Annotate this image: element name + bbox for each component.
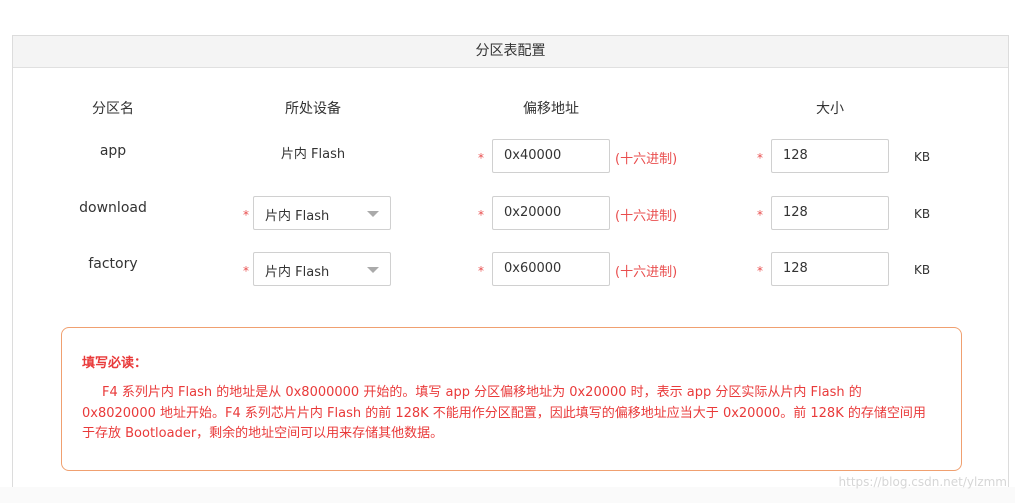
column-header-size: 大小 xyxy=(816,101,844,117)
partition-name-app: app xyxy=(99,143,127,159)
column-header-name: 分区名 xyxy=(92,101,134,117)
partition-device-app: 片内 Flash xyxy=(280,147,346,162)
device-select-value: 片内 Flash xyxy=(265,265,330,280)
partition-name-download: download xyxy=(79,200,147,216)
offset-input-download[interactable]: 0x20000 xyxy=(492,196,610,230)
column-header-device: 所处设备 xyxy=(285,101,341,117)
device-select-value: 片内 Flash xyxy=(265,209,330,224)
size-input-app[interactable]: 128 xyxy=(771,139,889,173)
bottom-strip xyxy=(0,487,1015,503)
required-mark: * xyxy=(757,264,763,278)
required-mark: * xyxy=(243,208,249,222)
panel-title: 分区表配置 xyxy=(13,36,1008,68)
size-input-value: 128 xyxy=(783,261,808,276)
required-mark: * xyxy=(478,208,484,222)
notice-body: F4 系列片内 Flash 的地址是从 0x8000000 开始的。填写 app… xyxy=(82,385,926,441)
required-mark: * xyxy=(757,151,763,165)
watermark: https://blog.csdn.net/ylzmm xyxy=(838,475,1007,489)
device-select-download[interactable]: 片内 Flash xyxy=(253,196,391,230)
caret-down-icon xyxy=(367,211,379,217)
offset-input-value: 0x40000 xyxy=(504,148,562,163)
offset-input-app[interactable]: 0x40000 xyxy=(492,139,610,173)
required-mark: * xyxy=(243,264,249,278)
notice-title: 填写必读： xyxy=(82,356,148,371)
size-input-value: 128 xyxy=(783,205,808,220)
required-mark: * xyxy=(757,208,763,222)
required-mark: * xyxy=(478,151,484,165)
size-input-download[interactable]: 128 xyxy=(771,196,889,230)
notice-box: 填写必读： F4 系列片内 Flash 的地址是从 0x8000000 开始的。… xyxy=(61,327,962,471)
partition-name-factory: factory xyxy=(88,256,138,272)
hex-hint: (十六进制) xyxy=(615,265,678,280)
caret-down-icon xyxy=(367,267,379,273)
size-unit: KB xyxy=(914,263,931,277)
size-input-factory[interactable]: 128 xyxy=(771,252,889,286)
size-unit: KB xyxy=(914,150,931,164)
offset-input-factory[interactable]: 0x60000 xyxy=(492,252,610,286)
hex-hint: (十六进制) xyxy=(615,152,678,167)
size-unit: KB xyxy=(914,207,931,221)
required-mark: * xyxy=(478,264,484,278)
offset-input-value: 0x20000 xyxy=(504,205,562,220)
hex-hint: (十六进制) xyxy=(615,209,678,224)
column-header-offset: 偏移地址 xyxy=(523,101,579,117)
device-select-factory[interactable]: 片内 Flash xyxy=(253,252,391,286)
size-input-value: 128 xyxy=(783,148,808,163)
offset-input-value: 0x60000 xyxy=(504,261,562,276)
